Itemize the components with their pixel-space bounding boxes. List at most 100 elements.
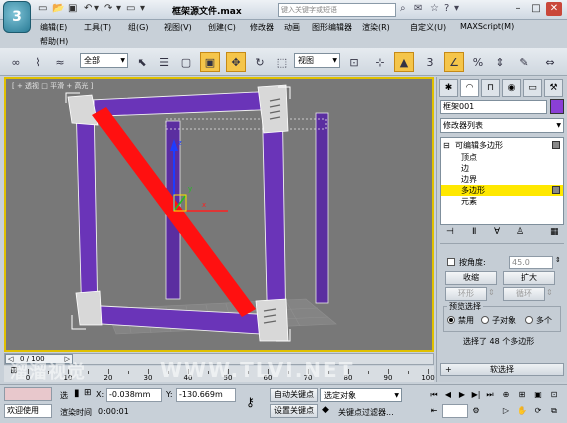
snaps-toggle-icon[interactable]: 3	[420, 52, 440, 72]
spinner-snap-icon[interactable]: ⇕	[490, 52, 510, 72]
close-icon[interactable]: ✕	[546, 2, 562, 16]
object-color-swatch[interactable]	[550, 99, 564, 114]
remove-modifier-icon[interactable]: ♙	[516, 227, 524, 237]
absolute-mode-icon[interactable]: ⊞	[84, 388, 92, 398]
stack-item-border[interactable]: 边界	[441, 174, 563, 185]
auto-key-button[interactable]: 自动关键点	[270, 388, 318, 402]
key-filters-button[interactable]: 关键点过滤器...	[338, 407, 394, 418]
modify-tab-icon[interactable]: ◠	[460, 79, 479, 97]
preview-subobject-radio[interactable]	[481, 316, 489, 324]
hierarchy-tab-icon[interactable]: ⊓	[481, 79, 500, 97]
reference-coordinate-dropdown[interactable]: 视图	[294, 53, 340, 68]
keyboard-shortcut-override-icon[interactable]: ▲	[394, 52, 414, 72]
ring-spinner-icon[interactable]: ⇕	[488, 288, 495, 297]
menu-tools[interactable]: 工具(T)	[84, 22, 111, 33]
redo-dropdown-icon[interactable]: ▾	[116, 3, 121, 14]
menu-help[interactable]: 帮助(H)	[40, 36, 68, 47]
zoom-all-icon[interactable]: ⊞	[516, 389, 528, 401]
loop-spinner-icon[interactable]: ⇕	[546, 288, 553, 297]
zoom-extents-all-icon[interactable]: ⊡	[548, 389, 560, 401]
collapse-icon[interactable]: ⊟	[443, 140, 450, 151]
selection-filter-dropdown[interactable]: 全部	[80, 53, 128, 68]
window-crossing-icon[interactable]: ▣	[200, 52, 220, 72]
display-tab-icon[interactable]: ▭	[523, 79, 542, 97]
stack-toggle-icon[interactable]	[552, 186, 560, 194]
menu-edit[interactable]: 编辑(E)	[40, 22, 67, 33]
binoculars-icon[interactable]: ⌕	[400, 3, 406, 14]
maximize-icon[interactable]: □	[528, 2, 544, 16]
stack-item-vertex[interactable]: 顶点	[441, 152, 563, 163]
bind-space-warp-icon[interactable]: ≈	[50, 52, 70, 72]
qa-dropdown-icon[interactable]: ▾	[140, 3, 145, 14]
play-icon[interactable]: ▶	[456, 389, 468, 401]
modifier-list-dropdown[interactable]: 修改器列表	[440, 118, 564, 133]
stack-toggle-icon[interactable]	[552, 141, 560, 149]
orbit-icon[interactable]: ⟳	[532, 405, 544, 417]
utilities-tab-icon[interactable]: ⚒	[544, 79, 563, 97]
set-key-button[interactable]: 设置关键点	[270, 404, 318, 418]
save-icon[interactable]: ▣	[68, 3, 77, 14]
create-tab-icon[interactable]: ✱	[439, 79, 458, 97]
menu-modifiers[interactable]: 修改器	[250, 22, 274, 33]
lock-selection-icon[interactable]: ▮	[74, 388, 80, 399]
link-icon[interactable]: ∞	[6, 52, 26, 72]
perspective-viewport[interactable]: [ + 透视 □ 平滑 + 高光 ] x y z	[4, 77, 434, 352]
ring-button[interactable]: 环形	[445, 287, 487, 301]
preview-disabled-radio[interactable]	[447, 316, 455, 324]
menu-view[interactable]: 视图(V)	[164, 22, 192, 33]
field-of-view-icon[interactable]: ▷	[500, 405, 512, 417]
favorites-icon[interactable]: ☆	[430, 3, 439, 14]
preview-multi-radio[interactable]	[525, 316, 533, 324]
select-by-name-icon[interactable]: ☰	[154, 52, 174, 72]
app-logo-icon[interactable]: 3	[3, 1, 31, 33]
stack-item-editable-poly[interactable]: ⊟ 可编辑多边形	[441, 140, 563, 151]
next-key-icon[interactable]: ▶|	[470, 389, 482, 401]
undo-dropdown-icon[interactable]: ▾	[94, 3, 99, 14]
make-unique-icon[interactable]: ∀	[494, 227, 500, 237]
hold-icon[interactable]: ▭	[126, 3, 135, 14]
welcome-field[interactable]: 欢迎使用	[4, 404, 52, 418]
time-config-icon[interactable]: ⚙	[470, 405, 482, 417]
key-icon[interactable]: ⚷	[246, 395, 255, 409]
go-to-end-icon[interactable]: ⏭	[484, 389, 496, 401]
select-scale-icon[interactable]: ⬚	[272, 52, 292, 72]
select-object-icon[interactable]: ⬉	[132, 52, 152, 72]
communication-center-icon[interactable]: ✉	[414, 3, 422, 14]
show-end-result-icon[interactable]: Ⅱ	[472, 227, 476, 237]
stack-item-edge[interactable]: 边	[441, 163, 563, 174]
grow-button[interactable]: 扩大	[503, 271, 555, 285]
zoom-icon[interactable]: ⊕	[500, 389, 512, 401]
redo-icon[interactable]: ↷	[104, 3, 112, 14]
stack-item-polygon[interactable]: 多边形	[441, 185, 563, 196]
minimize-icon[interactable]: –	[510, 2, 526, 16]
open-file-icon[interactable]: 📂	[52, 3, 64, 14]
menu-create[interactable]: 创建(C)	[208, 22, 236, 33]
y-coordinate-field[interactable]: -130.669m	[176, 388, 236, 402]
rect-selection-icon[interactable]: ▢	[176, 52, 196, 72]
by-angle-checkbox[interactable]	[447, 258, 455, 266]
selected-object-dropdown[interactable]: 选定对象	[320, 388, 402, 402]
pivot-center-icon[interactable]: ⊡	[344, 52, 364, 72]
unlink-icon[interactable]: ⌇	[28, 52, 48, 72]
spinner-arrows-icon[interactable]: ⇕	[555, 256, 561, 264]
undo-icon[interactable]: ↶	[84, 3, 92, 14]
zoom-extents-icon[interactable]: ▣	[532, 389, 544, 401]
help-dropdown-icon[interactable]: ▾	[454, 3, 459, 14]
new-file-icon[interactable]: ▭	[38, 3, 47, 14]
by-angle-spinner[interactable]: 45.0	[509, 256, 553, 269]
menu-group[interactable]: 组(G)	[128, 22, 148, 33]
menu-customize[interactable]: 自定义(U)	[410, 22, 446, 33]
motion-tab-icon[interactable]: ◉	[502, 79, 521, 97]
key-mode-toggle-icon[interactable]: ⇤	[428, 405, 440, 417]
prev-key-icon[interactable]: ◀	[442, 389, 454, 401]
select-move-icon[interactable]: ✥	[226, 52, 246, 72]
angle-snap-icon[interactable]: ∠	[444, 52, 464, 72]
stack-item-element[interactable]: 元素	[441, 196, 563, 207]
x-coordinate-field[interactable]: -0.038mm	[106, 388, 162, 402]
loop-button[interactable]: 循环	[503, 287, 545, 301]
pan-icon[interactable]: ✋	[516, 405, 528, 417]
select-rotate-icon[interactable]: ↻	[250, 52, 270, 72]
percent-snap-icon[interactable]: %	[468, 52, 488, 72]
menu-animation[interactable]: 动画	[284, 22, 300, 33]
maxscript-listener-pink[interactable]	[4, 387, 52, 401]
